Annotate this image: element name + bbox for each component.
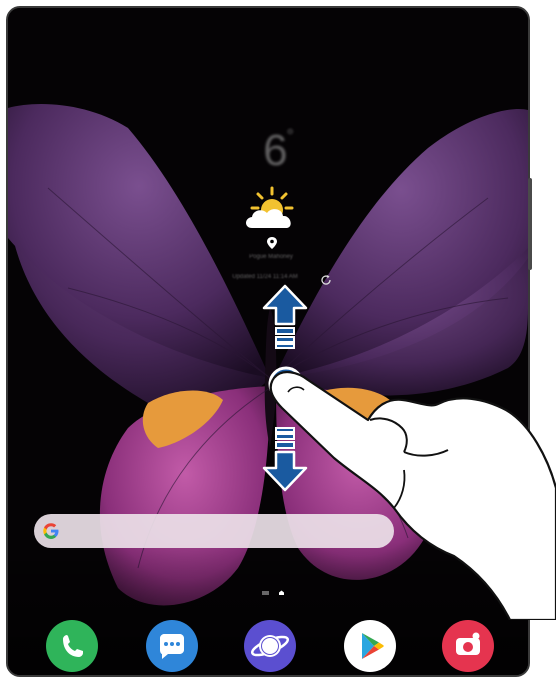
partly-cloudy-icon[interactable] — [242, 186, 300, 232]
internet-app-button[interactable] — [244, 620, 296, 672]
phone-icon — [63, 635, 83, 657]
weather-temperature[interactable]: 6° — [248, 126, 308, 176]
messages-icon — [160, 634, 184, 659]
degree-symbol: ° — [286, 126, 294, 146]
google-icon[interactable] — [42, 522, 60, 540]
weather-updated-time: Updated 11/24 11:14 AM — [232, 274, 298, 280]
play-store-app-button[interactable] — [344, 620, 396, 672]
play-store-icon — [362, 633, 384, 659]
refresh-icon[interactable] — [320, 274, 332, 286]
camera-app-button[interactable] — [442, 620, 494, 672]
phone-app-button[interactable] — [46, 620, 98, 672]
temperature-value: 6 — [263, 126, 288, 175]
messages-app-button[interactable] — [146, 620, 198, 672]
hand-gesture-illustration — [269, 371, 556, 620]
location-pin-icon — [267, 237, 277, 249]
weather-location: Pogue Mahoney — [249, 254, 293, 260]
side-key — [528, 178, 532, 270]
swipe-up-arrow-icon — [262, 284, 308, 349]
camera-icon — [456, 632, 480, 655]
internet-icon — [250, 635, 290, 657]
